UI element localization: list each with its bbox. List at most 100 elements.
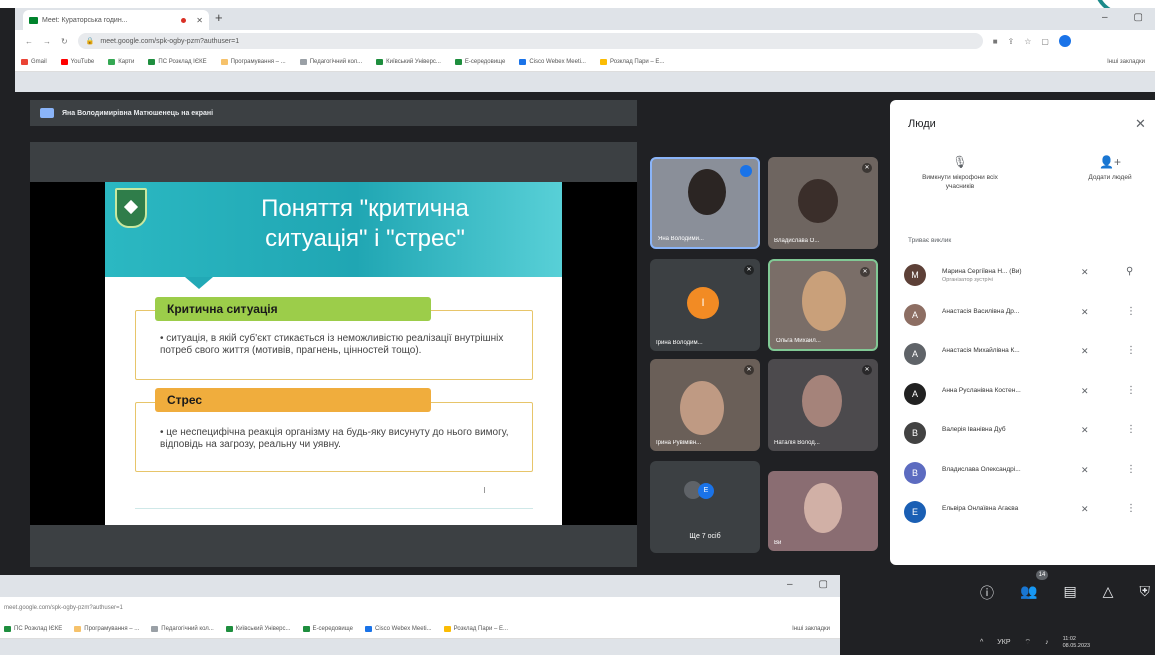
bookmark-icon [148,58,156,65]
new-tab-button[interactable]: + [215,10,223,25]
participant-row[interactable]: А Анна Русланівна Костен... ✕ ⋮ [904,377,1149,417]
bookmark-icon [299,58,307,65]
info-icon[interactable]: ⓘ [980,583,994,603]
bookmark-item[interactable]: Педагогічний кол... [299,58,362,65]
bookmark-icon [599,58,607,65]
profile-avatar[interactable] [1058,35,1071,47]
maximize-button[interactable]: ▢ [1134,12,1143,23]
participant-row[interactable]: А Анастасія Михайлівна К... ✕ ⋮ [904,337,1149,377]
bookmark-item[interactable]: ПС Розклад ІЄКЕ [4,625,62,632]
more-options-icon[interactable]: ⋮ [1126,424,1136,435]
people-panel-title: Люди [908,118,936,130]
bookmark-item[interactable]: Е-середовище [454,58,505,65]
address-bar[interactable]: 🔒 meet.google.com/spk-ogby-pzm?authuser=… [77,33,983,49]
other-bookmarks[interactable]: Інші закладки [792,626,830,632]
tile-name: Ви [774,540,782,546]
maximize-button[interactable]: ▢ [819,579,828,590]
more-options-icon[interactable]: ⋮ [1126,306,1136,317]
language-indicator[interactable]: УКР [997,639,1010,646]
participant-tile-presenter[interactable]: Яна Володими... [650,157,760,249]
minimize-button[interactable]: – [1102,12,1108,23]
window-controls: – ▢ [787,579,828,590]
bookmark-item[interactable]: Київський Універс... [225,625,291,632]
mic-off-icon[interactable]: ✕ [1081,386,1089,397]
participants-count-badge: 14 [1036,570,1048,580]
more-participants-tile[interactable]: Е Ще 7 осіб [650,461,760,553]
participant-row[interactable]: Е Ельвіра Онлаївна Агаєва ✕ ⋮ [904,495,1149,535]
people-icon[interactable]: 👥 [1020,583,1037,603]
participant-avatar: А [904,303,926,326]
participant-tile[interactable]: ✕ Ольга Михайл... [768,259,878,351]
share-icon[interactable]: ⇪ [1008,37,1015,46]
reload-icon[interactable]: ↻ [61,37,68,46]
bookmark-item[interactable]: Київський Універс... [376,58,441,65]
bookmark-item[interactable]: YouTube [60,58,94,65]
activities-icon[interactable]: △ [1103,583,1114,603]
mic-off-icon[interactable]: ✕ [1081,307,1089,318]
bookmark-item[interactable]: Програмування – ... [220,58,286,65]
bookmark-item[interactable]: Е-середовище [302,625,353,632]
tray-arrow-icon[interactable]: ^ [980,639,983,646]
bookmark-item[interactable]: Карти [108,58,135,65]
meet-control-bar: ⓘ 👥 ▤ △ ⛨ [980,583,1150,603]
participant-row[interactable]: А Анастасія Василівна Др... ✕ ⋮ [904,298,1149,338]
bookmark-icon [4,625,11,632]
url-text[interactable]: meet.google.com/spk-ogby-pzm?authuser=1 [4,605,123,611]
bookmark-item[interactable]: Педагогічний кол... [151,625,214,632]
tile-name: Наталія Волод... [774,440,820,446]
participant-tile[interactable]: ✕ Наталія Волод... [768,359,878,451]
participant-tile[interactable]: ✕ Владислава О... [768,157,878,249]
participant-row[interactable]: В Владислава Олександрі... ✕ ⋮ [904,456,1149,496]
mic-off-icon[interactable]: ✕ [1081,465,1089,476]
more-options-icon[interactable]: ⋮ [1126,464,1136,475]
more-options-icon[interactable]: ⋮ [1126,345,1136,356]
participant-name: Анастасія Михайлівна К... [942,347,1020,354]
mic-off-icon[interactable]: ✕ [1081,425,1089,436]
other-bookmarks[interactable]: Інші закладки [1107,59,1145,65]
bookmark-label: Карти [118,58,135,65]
slide-title-line1: Поняття "критична [261,195,469,222]
extensions-icon[interactable]: ▢ [1041,37,1049,46]
forward-icon[interactable]: → [43,37,51,46]
bookmark-icon [21,58,28,65]
mic-off-icon[interactable]: ✕ [1081,267,1089,278]
mic-off-icon[interactable]: ✕ [1081,346,1089,357]
bookmark-label: Cisco Webex Meeti... [529,58,586,65]
mute-all-button[interactable]: 🎙 Вимкнути мікрофони всіх учасників [910,156,1010,191]
close-tab-icon[interactable]: ✕ [196,16,203,25]
slide-divider [135,508,533,509]
bookmark-item[interactable]: Gmail [21,58,47,65]
participant-tile[interactable]: І ✕ Ірина Володим... [650,259,760,351]
stress-text: • це неспецифічна реакція організму на б… [160,427,509,450]
close-panel-button[interactable]: ✕ [1135,116,1146,132]
more-options-icon[interactable]: ⋮ [1126,503,1136,514]
minimize-button[interactable]: – [787,579,793,590]
mouse-cursor-icon [484,487,488,493]
tab-bar: Meet: Кураторська годин... ✕ + – ▢ [15,8,1155,30]
back-icon[interactable]: ← [25,37,33,46]
tab-title: Meet: Кураторська годин... [42,16,128,24]
camera-icon[interactable]: ■ [993,37,998,46]
more-options-icon[interactable]: ⋮ [1126,385,1136,396]
mic-off-icon[interactable]: ✕ [1081,504,1089,515]
bookmark-item[interactable]: Програмування – ... [74,625,139,632]
star-icon[interactable]: ☆ [1024,37,1031,46]
participant-row[interactable]: В Валерія Іванівна Дуб ✕ ⋮ [904,416,1149,456]
clock[interactable]: 11:02 08.05.2023 [1063,636,1091,650]
add-people-button[interactable]: 👤+ Додати людей [1080,156,1140,182]
bookmark-item[interactable]: Cisco Webex Meeti... [365,625,432,632]
bookmark-item[interactable]: Розклад Пари – Е... [443,625,508,632]
host-controls-icon[interactable]: ⛨ [1139,583,1150,603]
participant-row[interactable]: М Марина Сергіївна Н... (Ви) Організатор з… [904,258,1149,298]
bookmark-item[interactable]: Cisco Webex Meeti... [519,58,586,65]
chat-icon[interactable]: ▤ [1063,583,1076,603]
browser-window: Meet: Кураторська годин... ✕ + – ▢ ← → ↻… [15,8,1155,92]
bookmark-item[interactable]: ПС Розклад ІЄКЕ [148,58,207,65]
self-view-tile[interactable]: Ви [768,471,878,551]
volume-icon[interactable]: ♪ [1045,639,1049,646]
bookmark-item[interactable]: Розклад Пари – Е... [599,58,664,65]
browser-tab[interactable]: Meet: Кураторська годин... ✕ [23,10,209,30]
wifi-icon[interactable]: ⌔ [1025,638,1032,647]
participant-tile[interactable]: ✕ Ірина Рувімівн... [650,359,760,451]
pin-icon[interactable]: ⚲ [1126,266,1133,277]
